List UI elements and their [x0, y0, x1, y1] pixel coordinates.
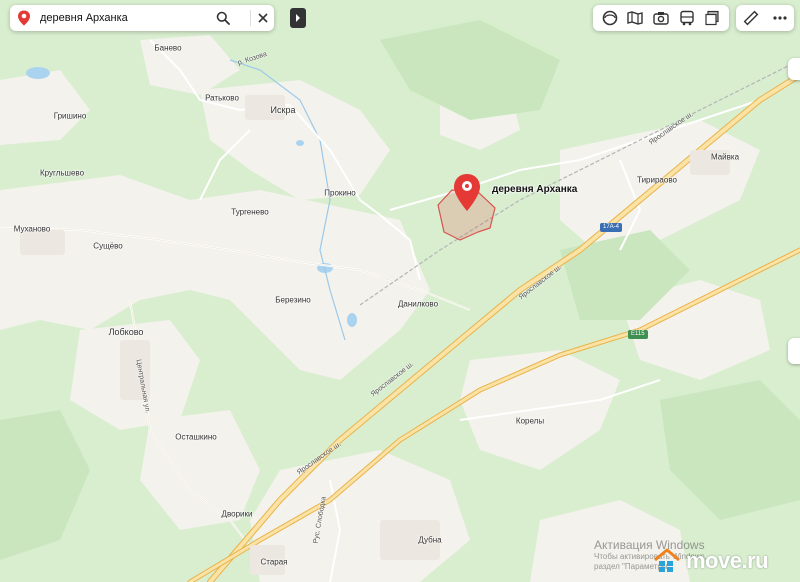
side-panel-tab[interactable]	[788, 58, 800, 80]
photo-camera-icon	[653, 12, 669, 25]
settlement-label[interactable]: Тирираово	[637, 176, 677, 185]
settlement-label[interactable]: Дубна	[418, 536, 441, 545]
search-button[interactable]	[213, 8, 233, 28]
road-shield: 17А-4	[600, 223, 623, 232]
settlement-label[interactable]: Майвка	[711, 153, 739, 162]
tools-toolbar	[736, 5, 794, 31]
settlement-label[interactable]: Лобково	[109, 327, 144, 337]
settlement-label[interactable]: Тургенево	[231, 208, 268, 217]
watermark-text: move.ru	[686, 548, 769, 573]
settlement-label[interactable]: Березино	[275, 296, 310, 305]
bus-icon	[679, 10, 694, 26]
road-shield: E115	[628, 330, 648, 339]
settlement-label[interactable]: Старая	[260, 558, 287, 567]
settlement-label[interactable]: Корелы	[516, 417, 544, 426]
settlement-label[interactable]: Сущёво	[93, 242, 122, 251]
search-input[interactable]: деревня Арханка	[40, 10, 128, 26]
selected-place-label[interactable]: деревня Арханка	[492, 184, 577, 195]
settlement-label[interactable]: Прокино	[324, 189, 355, 198]
more-menu-icon	[772, 16, 787, 20]
search-divider	[250, 10, 251, 26]
search-icon	[216, 11, 230, 25]
settlement-label[interactable]: Искра	[271, 105, 296, 115]
layers-toolbar	[593, 5, 729, 31]
ruler-button[interactable]	[740, 7, 762, 29]
side-panel-tab[interactable]	[788, 338, 800, 364]
map-book-icon	[627, 11, 644, 25]
settlement-label[interactable]: Осташкино	[175, 433, 217, 442]
map-canvas[interactable]	[0, 0, 800, 582]
settlement-label[interactable]: Кругльшево	[40, 169, 84, 178]
watermark: move.ru	[652, 548, 769, 574]
settlement-label[interactable]: Ратьково	[205, 94, 239, 103]
map-book-button[interactable]	[624, 7, 646, 29]
chevron-right-icon	[296, 14, 300, 22]
layers-button[interactable]	[701, 7, 723, 29]
more-menu-button[interactable]	[769, 7, 791, 29]
ruler-icon	[743, 10, 758, 26]
clear-search-button[interactable]	[253, 8, 273, 28]
location-pin-icon	[18, 10, 30, 26]
settlement-label[interactable]: Гришино	[54, 112, 87, 121]
settlement-label[interactable]: Баневo	[154, 44, 181, 53]
map-pin-icon	[454, 174, 480, 211]
panorama-icon	[602, 10, 618, 26]
settlement-label[interactable]: Дворики	[222, 510, 253, 519]
photo-button[interactable]	[650, 7, 672, 29]
close-icon	[258, 13, 268, 23]
settlement-label[interactable]: Муханово	[14, 225, 51, 234]
collapse-panel-button[interactable]	[290, 8, 306, 28]
place-marker[interactable]	[453, 173, 481, 213]
settlement-label[interactable]: Данилково	[398, 300, 438, 309]
transport-button[interactable]	[676, 7, 698, 29]
house-logo-icon	[654, 548, 680, 572]
search-box[interactable]: деревня Арханка	[10, 5, 274, 31]
panorama-button[interactable]	[599, 7, 621, 29]
layers-icon	[705, 10, 719, 26]
